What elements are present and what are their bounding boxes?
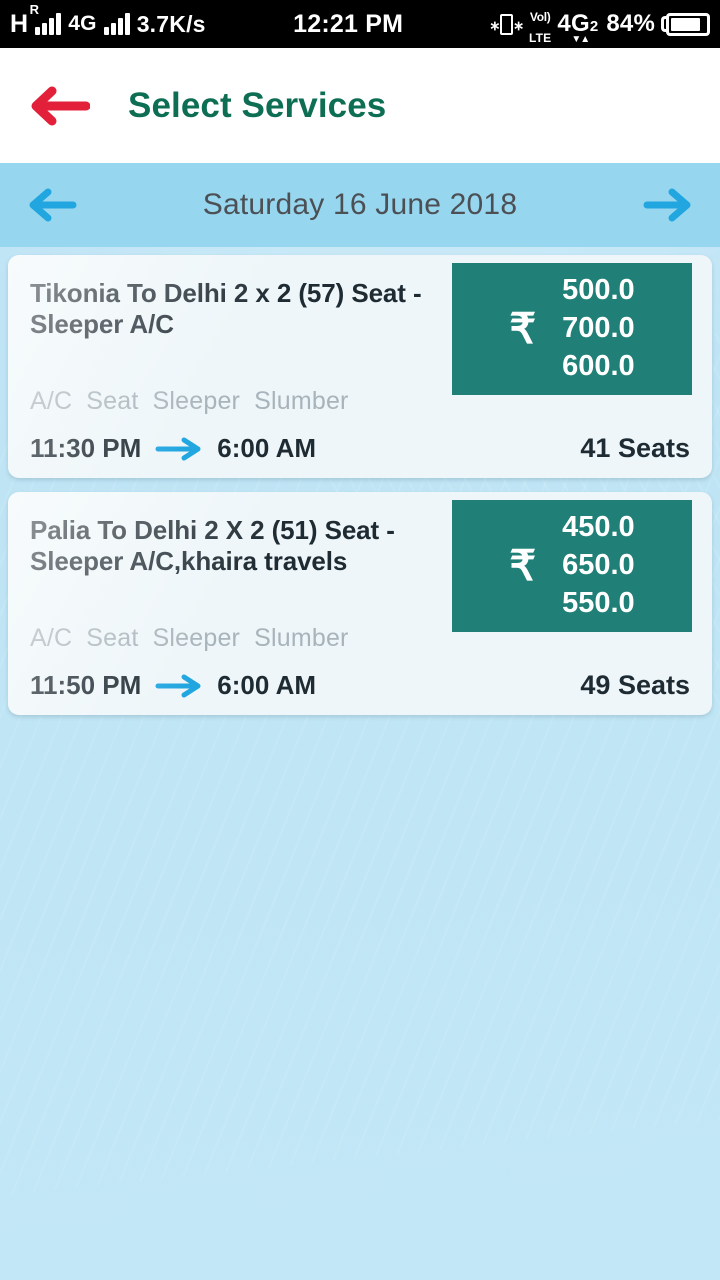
amenity-tag: Seat	[86, 624, 139, 652]
price-value: 700.0	[562, 312, 635, 345]
seats-available-label: 41 Seats	[580, 433, 690, 463]
rupee-icon: ₹	[509, 542, 537, 589]
price-list: 500.0 700.0 600.0	[562, 272, 635, 385]
seats-available-label: 49 Seats	[580, 670, 690, 700]
date-navigation-bar: Saturday 16 June 2018	[0, 163, 720, 247]
price-value: 450.0	[562, 511, 635, 544]
arrow-right-icon	[643, 188, 691, 222]
status-bar-clock: 12:21 PM	[293, 9, 404, 38]
service-list: Tikonia To Delhi 2 x 2 (57) Seat - Sleep…	[0, 247, 720, 715]
price-value: 550.0	[562, 586, 635, 619]
status-bar-right: ⁎ ⁎ Vol) LTE 4G2 ▼▲ 84%	[491, 3, 710, 45]
price-box: ₹ 450.0 650.0 550.0	[452, 500, 692, 632]
price-value: 600.0	[562, 349, 635, 382]
status-bar-center: 12:21 PM	[206, 10, 491, 39]
price-value: 650.0	[562, 549, 635, 582]
volte-top-text: Vol)	[529, 9, 551, 24]
service-title: Tikonia To Delhi 2 x 2 (57) Seat - Sleep…	[30, 278, 422, 339]
signal-bars-icon-2	[103, 13, 130, 35]
amenity-tag: Sleeper	[152, 387, 241, 415]
arrival-time: 6:00 AM	[217, 670, 317, 700]
next-day-button[interactable]	[638, 175, 698, 235]
network-label-4g: 4G	[68, 12, 97, 35]
amenity-tag: Slumber	[254, 387, 349, 415]
amenity-tag: Seat	[86, 387, 139, 415]
amenities-list: A/C Seat Sleeper Slumber	[30, 624, 349, 653]
sim-signal-icon: 4G2 ▼▲	[557, 10, 600, 45]
service-card[interactable]: Tikonia To Delhi 2 x 2 (57) Seat - Sleep…	[8, 255, 712, 478]
service-card[interactable]: Palia To Delhi 2 X 2 (51) Seat - Sleeper…	[8, 492, 712, 715]
status-bar: H R 4G 3.7K/s 12:21 PM ⁎ ⁎ Vol) LTE 4G2 ▼…	[0, 0, 720, 48]
app-screen: H R 4G 3.7K/s 12:21 PM ⁎ ⁎ Vol) LTE 4G2 ▼…	[0, 0, 720, 1280]
schedule-times: 11:50 PM 6:00 AM	[30, 670, 316, 701]
data-speed-text: 3.7K/s	[136, 10, 206, 37]
status-bar-left: H R 4G 3.7K/s	[10, 3, 206, 38]
battery-icon	[661, 12, 710, 36]
arrow-left-icon	[29, 188, 77, 222]
volte-icon: Vol) LTE	[529, 3, 551, 45]
rupee-icon: ₹	[509, 305, 537, 352]
amenity-tag: Sleeper	[152, 624, 241, 652]
schedule-times: 11:30 PM 6:00 AM	[30, 433, 316, 464]
sim-signal-label: 4G	[557, 10, 590, 37]
back-button[interactable]	[26, 73, 92, 139]
vibrate-icon: ⁎ ⁎	[490, 13, 524, 35]
arrival-time: 6:00 AM	[217, 433, 317, 463]
price-box: ₹ 500.0 700.0 600.0	[452, 263, 692, 395]
amenity-tag: A/C	[30, 387, 73, 415]
selected-date-label: Saturday 16 June 2018	[202, 188, 518, 221]
arrow-right-icon	[155, 437, 201, 460]
data-updown-icon: ▼▲	[571, 34, 590, 45]
volte-bottom-text: LTE	[529, 31, 552, 45]
roaming-signal-icon: H R	[10, 3, 39, 38]
amenity-tag: A/C	[30, 624, 73, 652]
app-bar: Select Services	[0, 48, 720, 163]
page-title: Select Services	[128, 85, 387, 125]
arrow-right-icon	[155, 674, 201, 697]
service-title: Palia To Delhi 2 X 2 (51) Seat - Sleeper…	[30, 515, 395, 576]
amenity-tag: Slumber	[254, 624, 349, 652]
previous-day-button[interactable]	[22, 175, 82, 235]
battery-percent-text: 84%	[606, 10, 655, 37]
sim-signal-index: 2	[589, 18, 599, 35]
price-list: 450.0 650.0 550.0	[562, 509, 635, 622]
network-type-letter: H	[10, 9, 29, 38]
departure-time: 11:50 PM	[30, 670, 142, 700]
signal-bars-icon	[35, 13, 62, 35]
back-arrow-icon	[31, 86, 90, 125]
amenities-list: A/C Seat Sleeper Slumber	[30, 387, 349, 416]
departure-time: 11:30 PM	[30, 433, 142, 463]
price-value: 500.0	[562, 274, 635, 307]
roaming-badge: R	[29, 1, 40, 17]
